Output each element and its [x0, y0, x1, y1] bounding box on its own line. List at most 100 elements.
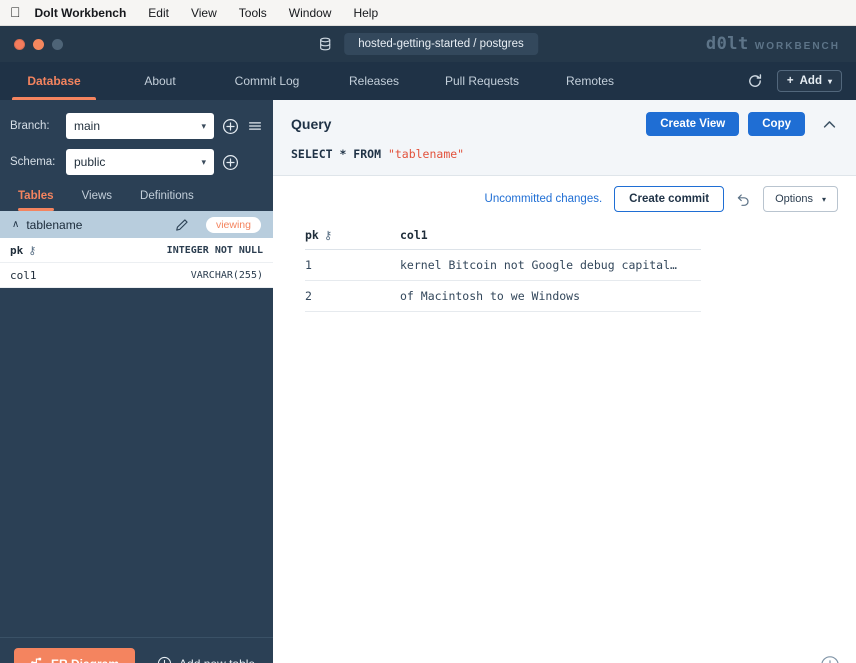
refresh-icon[interactable] — [747, 73, 763, 89]
schema-label: Schema: — [10, 156, 58, 168]
subtab-definitions[interactable]: Definitions — [126, 190, 208, 211]
query-title: Query — [291, 116, 637, 132]
nav-actions: + Add ▾ — [747, 62, 842, 100]
cell-col1[interactable]: of Macintosh to we Windows — [400, 281, 701, 312]
add-button-label: Add — [800, 75, 822, 87]
subtab-definitions-label: Definitions — [140, 190, 194, 202]
key-icon: ⚷ — [324, 228, 332, 242]
body: Branch: main ▾ Schema: — [0, 100, 856, 663]
add-plus-icon: + — [787, 75, 794, 87]
schema-select[interactable]: public ▾ — [66, 149, 214, 175]
query-panel: Query Create View Copy SELECT * FROM "ta… — [273, 100, 856, 176]
branch-value: main — [74, 119, 100, 133]
column-header-col1[interactable]: col1 — [400, 224, 701, 250]
table-row[interactable]: 2 of Macintosh to we Windows — [305, 281, 701, 312]
tab-database-label: Database — [27, 74, 80, 88]
main-panel: Query Create View Copy SELECT * FROM "ta… — [273, 100, 856, 663]
sidebar-spacer — [0, 288, 273, 637]
subtab-views[interactable]: Views — [68, 190, 126, 211]
er-diagram-label: ER Diagram — [51, 657, 119, 663]
add-schema-icon[interactable] — [222, 154, 239, 171]
tab-pull-requests[interactable]: Pull Requests — [426, 62, 538, 100]
results-table-body: 1 kernel Bitcoin not Google debug capita… — [305, 250, 701, 312]
menu-item-edit[interactable]: Edit — [137, 6, 180, 20]
column-type: INTEGER NOT NULL — [167, 245, 263, 256]
cell-pk[interactable]: 1 — [305, 250, 400, 281]
tab-about-label: About — [144, 74, 175, 88]
revert-icon[interactable] — [736, 192, 751, 207]
tab-pull-requests-label: Pull Requests — [445, 74, 519, 88]
chevron-down-icon: ▾ — [822, 195, 826, 204]
tab-about[interactable]: About — [108, 62, 212, 100]
commit-bar: Uncommitted changes. Create commit Optio… — [273, 176, 856, 220]
table-list-item-tablename[interactable]: ∧ tablename viewing — [0, 211, 273, 238]
er-diagram-icon — [30, 656, 43, 663]
schema-row: Schema: public ▾ — [0, 146, 273, 178]
column-name: col1 — [10, 269, 191, 282]
copy-button[interactable]: Copy — [748, 112, 805, 136]
column-name: pk ⚷ — [10, 244, 167, 257]
table-row[interactable]: 1 kernel Bitcoin not Google debug capita… — [305, 250, 701, 281]
database-name[interactable]: hosted-getting-started / postgres — [344, 33, 538, 55]
chevron-up-icon[interactable] — [821, 116, 838, 133]
tab-database[interactable]: Database — [0, 62, 108, 100]
cell-col1[interactable]: kernel Bitcoin not Google debug capital… — [400, 250, 701, 281]
subtab-tables-label: Tables — [18, 190, 54, 202]
tab-releases[interactable]: Releases — [322, 62, 426, 100]
menu-item-window[interactable]: Window — [278, 6, 343, 20]
window-controls — [0, 39, 63, 50]
add-new-table-label: Add new table — [179, 657, 255, 663]
database-selector[interactable]: hosted-getting-started / postgres — [318, 33, 538, 55]
column-row-pk: pk ⚷ INTEGER NOT NULL — [0, 238, 273, 263]
menu-item-tools[interactable]: Tools — [228, 6, 278, 20]
column-name-text: pk — [10, 244, 23, 257]
close-button[interactable] — [14, 39, 25, 50]
cell-pk[interactable]: 2 — [305, 281, 400, 312]
schema-value: public — [74, 155, 105, 169]
menu-item-view[interactable]: View — [180, 6, 228, 20]
menu-item-dolt-workbench[interactable]: Dolt Workbench — [35, 6, 138, 20]
tab-remotes-label: Remotes — [566, 74, 614, 88]
add-branch-icon[interactable] — [222, 118, 239, 135]
menu-item-help[interactable]: Help — [342, 6, 389, 20]
chevron-down-icon: ▾ — [201, 121, 206, 132]
logo-mark: d0lt — [706, 34, 749, 54]
er-diagram-button[interactable]: ER Diagram — [14, 648, 135, 663]
tab-commit-log-label: Commit Log — [235, 74, 300, 88]
options-button[interactable]: Options ▾ — [763, 186, 838, 212]
column-header-pk-label: pk — [305, 228, 319, 242]
pencil-icon[interactable] — [175, 218, 189, 232]
tab-remotes[interactable]: Remotes — [538, 62, 642, 100]
chevron-down-icon: ▾ — [201, 157, 206, 168]
subtab-tables[interactable]: Tables — [10, 190, 68, 211]
add-new-table-button[interactable]: Add new table — [157, 656, 255, 663]
window-titlebar: hosted-getting-started / postgres d0lt W… — [0, 26, 856, 62]
sidebar-subtabs: Tables Views Definitions — [0, 178, 273, 211]
app-logo: d0lt WORKBENCH — [706, 34, 840, 54]
logo-word: WORKBENCH — [755, 41, 840, 52]
branch-label: Branch: — [10, 120, 58, 132]
branch-select[interactable]: main ▾ — [66, 113, 214, 139]
tab-commit-log[interactable]: Commit Log — [212, 62, 322, 100]
create-view-button[interactable]: Create View — [646, 112, 739, 136]
query-sql-text[interactable]: SELECT * FROM "tablename" — [291, 147, 838, 161]
column-header-pk[interactable]: pk ⚷ — [305, 224, 400, 250]
results-table: pk ⚷ col1 1 kernel Bitcoin not Google deb… — [305, 224, 701, 312]
apple-icon[interactable]:  — [10, 5, 21, 21]
table-name: tablename — [26, 218, 168, 232]
results-table-head: pk ⚷ col1 — [305, 224, 701, 250]
hamburger-menu-icon[interactable] — [247, 118, 263, 134]
circle-plus-icon — [157, 656, 172, 663]
sql-table-literal: "tablename" — [388, 147, 464, 161]
create-commit-button[interactable]: Create commit — [614, 186, 724, 212]
options-label: Options — [775, 193, 813, 205]
top-navigation: Database About Commit Log Releases Pull … — [0, 62, 856, 100]
add-button[interactable]: + Add ▾ — [777, 70, 842, 92]
app-window:  Dolt Workbench Edit View Tools Window … — [0, 0, 856, 663]
minimize-button[interactable] — [33, 39, 44, 50]
subtab-views-label: Views — [82, 190, 112, 202]
maximize-button[interactable] — [52, 39, 63, 50]
chevron-up-icon: ∧ — [12, 219, 19, 230]
circle-plus-icon[interactable] — [820, 655, 840, 663]
uncommitted-status: Uncommitted changes. — [485, 193, 603, 205]
